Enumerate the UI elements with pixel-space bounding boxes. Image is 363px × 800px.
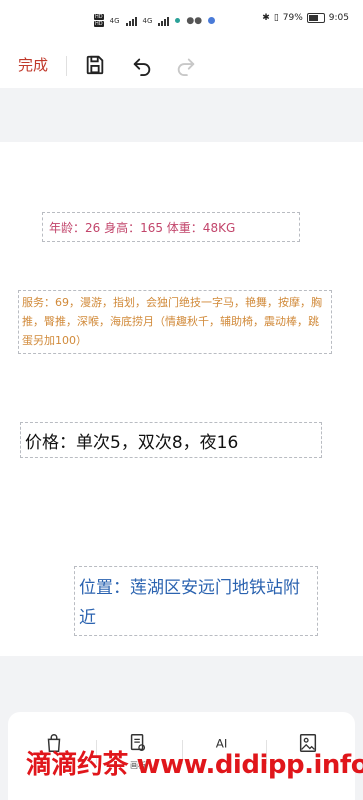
text-box-price[interactable]: 价格：单次5，双次8，夜16 (20, 422, 322, 458)
wechat-icon: ●● (186, 15, 203, 26)
text-box-stats[interactable]: 年龄：26 身高：165 体重：48KG (42, 212, 300, 242)
canvas-top-margin (0, 88, 363, 142)
watermark-overlay: 滴滴约茶 www.didipp.info (26, 750, 363, 780)
signal-icon-2 (158, 16, 170, 26)
network-type-1: 4G (109, 16, 120, 25)
editor-toolbar: 完成 (0, 44, 363, 88)
battery-percent: 79% (282, 13, 303, 23)
clock: 9:05 (328, 13, 349, 23)
save-icon[interactable] (84, 54, 106, 76)
undo-icon[interactable] (131, 54, 153, 76)
bluetooth-icon: ✱ (262, 13, 270, 23)
browser-icon (208, 17, 216, 24)
status-bar: HD HD 4G 4G ●● ✱ ▯ 79% 9:05 (0, 0, 363, 44)
sim1-badge: HD (94, 14, 104, 20)
status-left: HD HD 4G 4G ●● (94, 14, 216, 27)
network-type-2: 4G (142, 16, 153, 25)
status-right: ✱ ▯ 79% 9:05 (262, 13, 349, 23)
done-button[interactable]: 完成 (18, 54, 48, 75)
sim2-badge: HD (94, 21, 104, 27)
redo-icon[interactable] (175, 54, 197, 76)
battery-fill (308, 15, 319, 21)
signal-icon-1 (125, 16, 137, 26)
vibrate-icon: ▯ (273, 13, 279, 23)
text-box-services[interactable]: 服务：69，漫游，指划，会独门绝技一字马，艳舞，按摩，胸推，臀推，深喉，海底捞月… (18, 290, 332, 354)
app-notification-icon (175, 18, 181, 23)
sim-indicators: HD HD (94, 14, 104, 27)
battery-icon (306, 13, 325, 23)
toolbar-divider (66, 56, 67, 76)
text-box-location[interactable]: 位置：莲湖区安远门地铁站附近 (74, 566, 318, 636)
